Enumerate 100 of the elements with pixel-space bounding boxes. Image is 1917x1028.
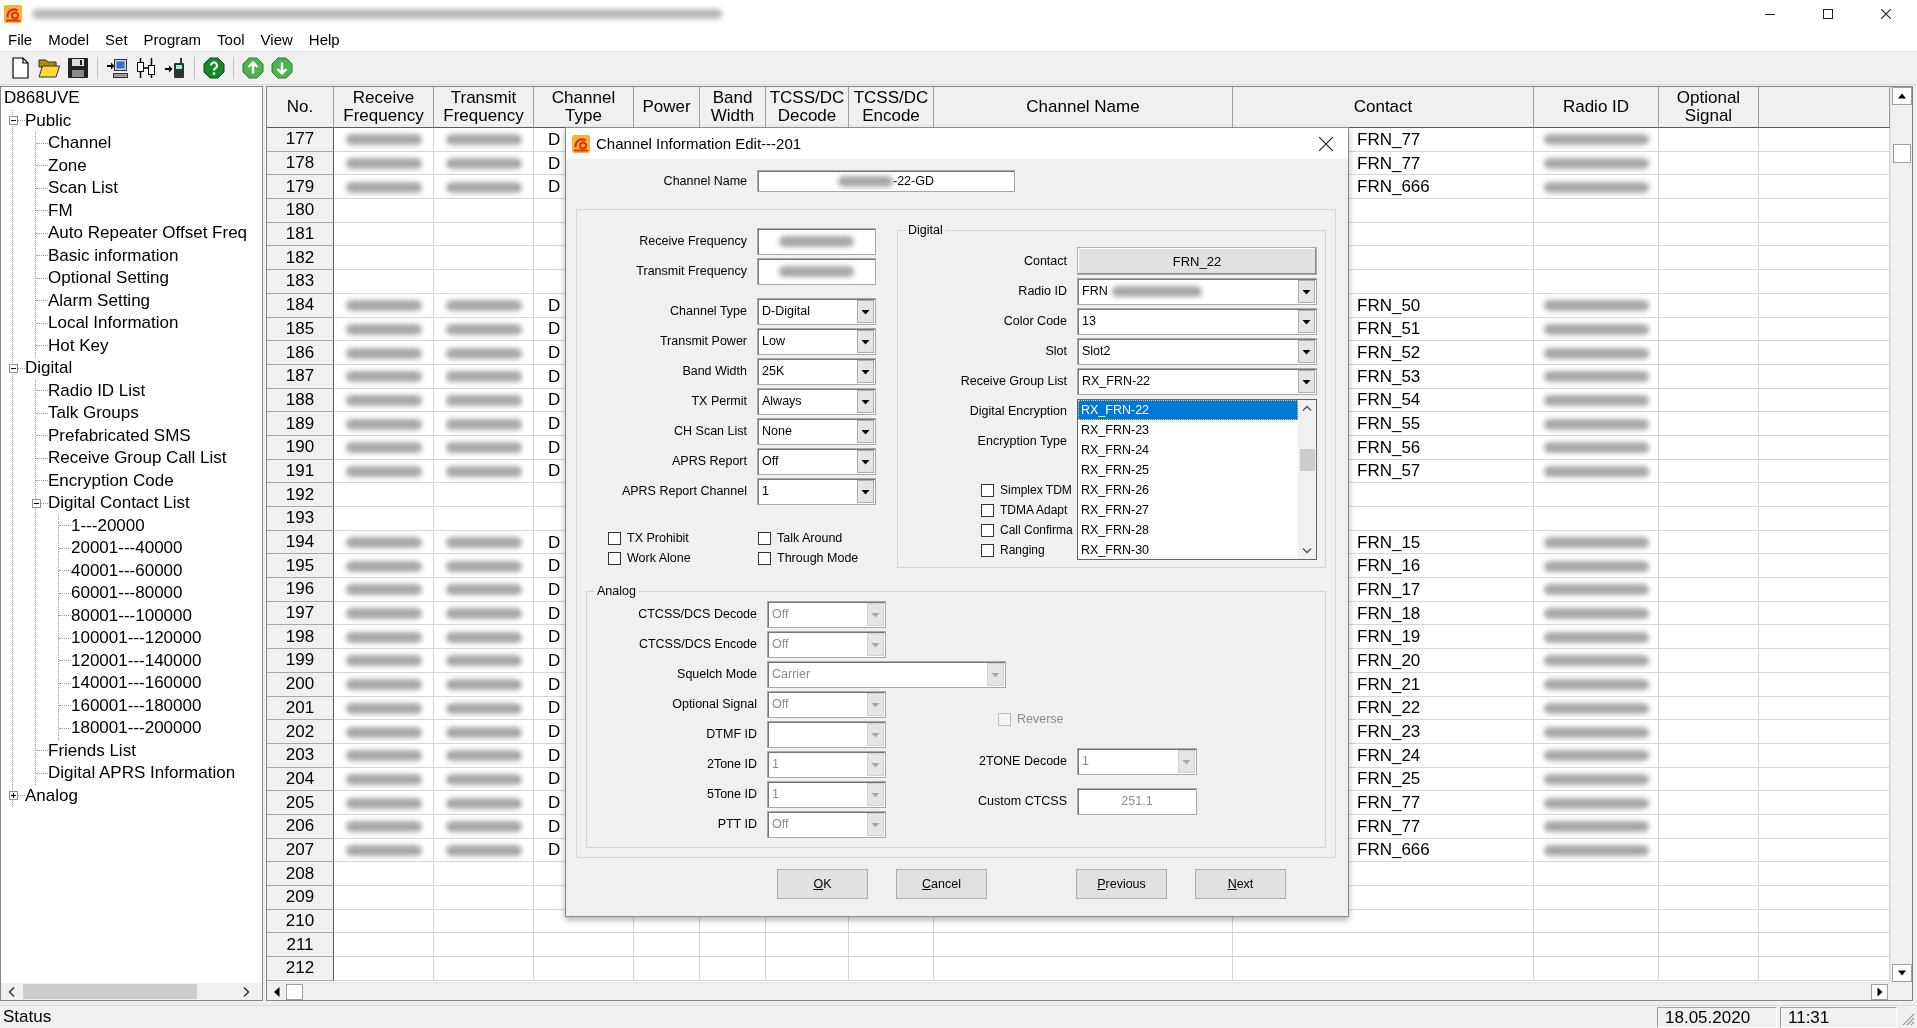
tree-item[interactable]: Public bbox=[25, 110, 72, 131]
checkbox[interactable] bbox=[758, 531, 771, 545]
tree-item[interactable]: 60001---80000 bbox=[71, 583, 183, 604]
dropdown[interactable]: 13 bbox=[1077, 307, 1317, 335]
tree-item[interactable]: Optional Setting bbox=[48, 268, 169, 289]
new-file-icon[interactable] bbox=[9, 57, 31, 79]
menu-item[interactable]: Set bbox=[97, 29, 136, 50]
dialog-button[interactable]: Previous bbox=[1076, 869, 1167, 899]
resize-grip-icon[interactable] bbox=[1901, 1012, 1915, 1026]
tree-item[interactable]: Prefabricated SMS bbox=[48, 425, 191, 446]
checkbox-label[interactable]: Talk Around bbox=[777, 531, 843, 545]
scroll-up-icon[interactable] bbox=[1891, 87, 1912, 105]
tree-item[interactable]: Analog bbox=[25, 785, 78, 806]
scroll-left-icon[interactable] bbox=[8, 986, 15, 997]
tree-item[interactable]: 120001---140000 bbox=[71, 650, 202, 671]
checkbox-label[interactable]: Through Mode bbox=[777, 551, 859, 565]
checkbox[interactable] bbox=[981, 483, 994, 497]
dropdown[interactable]: None bbox=[757, 417, 876, 445]
checkbox-label[interactable]: Work Alone bbox=[627, 551, 691, 565]
checkbox-label[interactable]: Ranging bbox=[1000, 543, 1045, 557]
close-icon[interactable] bbox=[1881, 9, 1891, 19]
checkbox-label[interactable]: TDMA Adapt bbox=[1000, 503, 1068, 517]
tree-item[interactable]: 1---20000 bbox=[71, 515, 145, 536]
minus-icon[interactable] bbox=[32, 498, 41, 508]
dialog-button[interactable]: Cancel bbox=[896, 869, 987, 899]
checkbox-label[interactable]: TX Prohibit bbox=[627, 531, 689, 545]
tree-item[interactable]: Basic information bbox=[48, 245, 179, 266]
tree-item[interactable]: Digital bbox=[25, 358, 73, 379]
close-icon[interactable] bbox=[1319, 136, 1333, 151]
tree-item[interactable]: Auto Repeater Offset Freq bbox=[48, 223, 248, 244]
checkbox-label[interactable]: Simplex TDM bbox=[1000, 483, 1072, 497]
tree-item[interactable]: 140001---160000 bbox=[71, 673, 202, 694]
dropdown-option[interactable]: RX_FRN-28 bbox=[1078, 520, 1298, 540]
dropdown[interactable]: Always bbox=[757, 387, 876, 415]
dropdown[interactable]: FRN bbox=[1077, 277, 1317, 305]
tree-item[interactable]: Digital Contact List bbox=[48, 493, 190, 514]
tree-item[interactable]: Hot Key bbox=[48, 335, 109, 356]
dropdown-option[interactable]: RX_FRN-30 bbox=[1078, 540, 1298, 560]
connectors-icon[interactable] bbox=[135, 57, 157, 79]
help-icon[interactable] bbox=[203, 57, 225, 79]
checkbox[interactable] bbox=[758, 551, 771, 565]
tree-item[interactable]: 80001---100000 bbox=[71, 605, 192, 626]
up-arrow-icon[interactable] bbox=[242, 57, 264, 79]
tree-item[interactable]: 40001---60000 bbox=[71, 560, 183, 581]
scroll-left-icon[interactable] bbox=[273, 986, 280, 997]
scrollbar-thumb[interactable] bbox=[23, 984, 197, 999]
dialog-button[interactable]: OK bbox=[777, 869, 868, 899]
dropdown[interactable]: RX_FRN-22 bbox=[1077, 367, 1317, 395]
dropdown[interactable]: 1 bbox=[757, 477, 876, 505]
dropdown[interactable]: Low bbox=[757, 327, 876, 355]
text-field[interactable] bbox=[757, 257, 876, 285]
down-arrow-icon[interactable] bbox=[271, 57, 293, 79]
tree-item[interactable]: Local Information bbox=[48, 313, 179, 334]
minimize-icon[interactable] bbox=[1765, 13, 1775, 15]
tree-item[interactable]: Receive Group Call List bbox=[48, 448, 227, 469]
scroll-down-icon[interactable] bbox=[1891, 964, 1912, 982]
minus-icon[interactable] bbox=[9, 363, 18, 373]
tree-item[interactable]: Channel bbox=[48, 133, 112, 154]
menu-item[interactable]: Help bbox=[300, 29, 348, 50]
radio-arrow-icon[interactable] bbox=[164, 57, 186, 79]
plus-icon[interactable] bbox=[9, 791, 18, 801]
scroll-right-icon[interactable] bbox=[243, 986, 250, 997]
text-field[interactable]: -22-GD bbox=[757, 170, 1015, 192]
menu-item[interactable]: File bbox=[0, 29, 41, 50]
tree-item[interactable]: Encryption Code bbox=[48, 470, 174, 491]
maximize-icon[interactable] bbox=[1823, 9, 1833, 19]
open-folder-icon[interactable] bbox=[38, 57, 60, 79]
dropdown-option[interactable]: RX_FRN-24 bbox=[1078, 440, 1298, 460]
tree-item[interactable]: Zone bbox=[48, 155, 87, 176]
scroll-right-icon[interactable] bbox=[1871, 983, 1888, 1000]
tree-item[interactable]: Talk Groups bbox=[48, 403, 139, 424]
scrollbar-thumb[interactable] bbox=[1892, 144, 1911, 163]
scrollbar-thumb[interactable] bbox=[286, 983, 303, 1000]
scrollbar-thumb[interactable] bbox=[1299, 449, 1315, 471]
tree-item[interactable]: FM bbox=[48, 200, 73, 221]
checkbox[interactable] bbox=[981, 543, 994, 557]
computer-arrow-icon[interactable] bbox=[106, 57, 128, 79]
tree-item[interactable]: 180001---200000 bbox=[71, 718, 202, 739]
tree-item[interactable]: D868UVE bbox=[4, 88, 80, 109]
tree-item[interactable]: Radio ID List bbox=[48, 380, 146, 401]
checkbox[interactable] bbox=[608, 531, 621, 545]
dropdown[interactable]: Off bbox=[757, 447, 876, 475]
dropdown[interactable]: 25K bbox=[757, 357, 876, 385]
checkbox[interactable] bbox=[981, 523, 994, 537]
menu-item[interactable]: Model bbox=[40, 29, 98, 50]
tree-item[interactable]: Friends List bbox=[48, 740, 136, 761]
menu-item[interactable]: View bbox=[252, 29, 301, 50]
checkbox[interactable] bbox=[608, 551, 621, 565]
dropdown-option[interactable]: RX_FRN-27 bbox=[1078, 500, 1298, 520]
dialog-button[interactable]: Next bbox=[1195, 869, 1286, 899]
tree-item[interactable]: Scan List bbox=[48, 178, 118, 199]
dropdown-option[interactable]: RX_FRN-23 bbox=[1078, 420, 1298, 440]
tree-item[interactable]: Alarm Setting bbox=[48, 290, 151, 311]
dropdown[interactable]: Slot2 bbox=[1077, 337, 1317, 365]
dropdown[interactable]: D-Digital bbox=[757, 297, 876, 325]
tree-item[interactable]: 160001---180000 bbox=[71, 695, 202, 716]
dropdown-option[interactable]: RX_FRN-22 bbox=[1078, 400, 1298, 420]
select-button[interactable]: FRN_22 bbox=[1077, 247, 1317, 275]
tree-item[interactable]: 100001---120000 bbox=[71, 628, 202, 649]
tree-item[interactable]: 20001---40000 bbox=[71, 538, 183, 559]
